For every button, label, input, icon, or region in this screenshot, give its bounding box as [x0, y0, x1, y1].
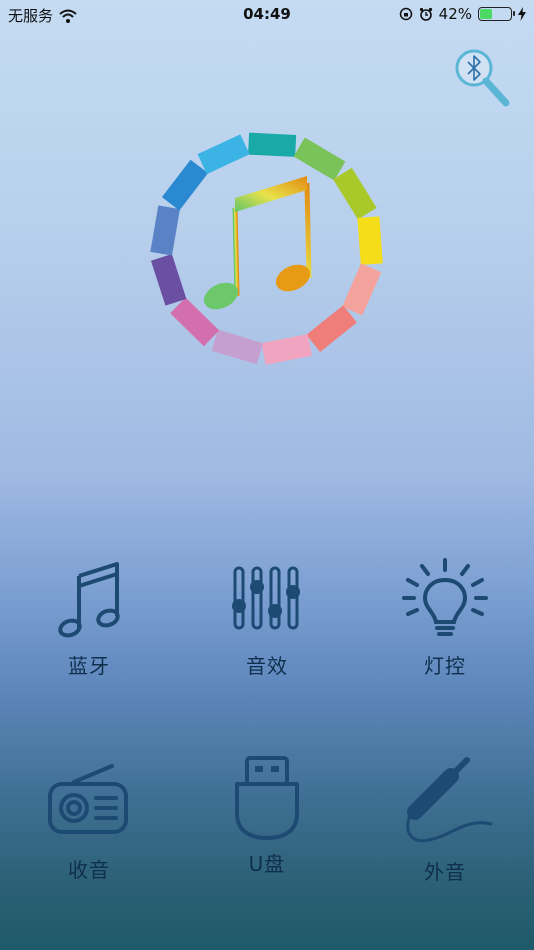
ring-segment [211, 329, 264, 365]
battery-fill [480, 9, 492, 19]
radio-icon [48, 764, 128, 834]
bluetooth-search-button[interactable] [450, 48, 516, 114]
menu-sound-effects[interactable]: 音效 [192, 556, 342, 679]
menu-light-control[interactable]: 灯控 [370, 556, 520, 679]
ring-segment [293, 137, 346, 181]
menu-radio-label: 收音 [68, 858, 110, 882]
menu-light-control-label: 灯控 [424, 654, 466, 678]
ring-segment [170, 297, 220, 347]
rotation-lock-icon [399, 7, 412, 21]
menu-bluetooth[interactable]: 蓝牙 [14, 556, 164, 679]
alarm-icon [419, 7, 432, 21]
equalizer-icon [232, 566, 300, 630]
bluetooth-search-icon [455, 49, 510, 107]
menu-usb-label: U盘 [248, 852, 286, 876]
music-note-color-ring-icon [150, 132, 383, 365]
menu-usb[interactable]: U盘 [192, 752, 342, 877]
ring-segment [306, 305, 357, 352]
menu-sound-effects-label: 音效 [246, 654, 288, 678]
ring-segment [248, 132, 297, 157]
ring-segment [333, 167, 377, 220]
status-bar: 无服务 04:49 42% [0, 0, 534, 28]
ring-segment [150, 253, 187, 306]
ring-segment [161, 159, 209, 211]
battery-percent: 42% [438, 5, 472, 23]
ring-segment [197, 134, 250, 175]
ring-segment [342, 263, 382, 316]
light-bulb-icon [402, 558, 488, 636]
status-right: 42% [399, 5, 526, 23]
usb-drive-icon [235, 756, 299, 840]
ring-segment [261, 334, 312, 365]
menu-aux-label: 外音 [424, 860, 466, 884]
menu-bluetooth-label: 蓝牙 [68, 654, 110, 678]
music-logo [147, 128, 387, 368]
battery-icon [478, 7, 515, 21]
ring-segment [357, 216, 383, 265]
menu-radio[interactable]: 收音 [14, 760, 164, 883]
charging-icon [518, 7, 526, 21]
music-note-icon [58, 562, 120, 638]
aux-cable-icon [406, 757, 493, 843]
menu-aux[interactable]: 外音 [370, 752, 520, 885]
ring-segment [150, 205, 180, 256]
